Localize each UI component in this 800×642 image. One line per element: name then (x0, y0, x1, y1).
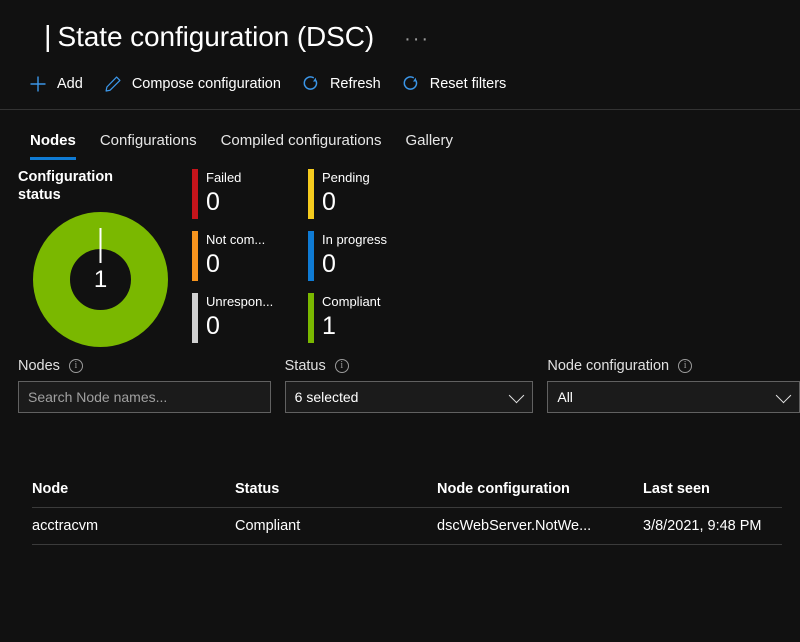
configuration-status-donut-chart[interactable]: 1 (33, 212, 168, 347)
legend-value: 1 (322, 312, 336, 340)
title-pipe: | (44, 20, 52, 53)
column-header-status[interactable]: Status (235, 481, 437, 497)
legend-item-compliant[interactable]: Compliant 1 (308, 293, 416, 355)
chevron-down-icon (509, 387, 525, 404)
donut-column: Configuration status 1 (18, 168, 178, 347)
legend-label: Not com... (206, 232, 266, 247)
filter-nodes-label: Nodes (18, 358, 60, 374)
refresh-button[interactable]: Refresh (291, 68, 391, 100)
info-icon[interactable]: i (68, 359, 83, 373)
filter-nodes: Nodes i (18, 358, 271, 413)
legend-color-swatch (308, 169, 314, 219)
legend-value: 0 (206, 188, 220, 216)
configuration-status-panel: Configuration status 1 Failed 0 Pending … (0, 160, 800, 347)
search-node-names-input[interactable] (18, 381, 271, 413)
filter-node-configuration: Node configuration i All (547, 358, 800, 413)
info-icon[interactable]: i (334, 359, 349, 373)
tab-gallery[interactable]: Gallery (394, 132, 466, 160)
table-row-divider (32, 544, 782, 545)
filter-status: Status i 6 selected (284, 358, 534, 413)
command-toolbar: Add Compose configuration Refresh Reset … (0, 62, 800, 106)
reset-icon (401, 74, 421, 94)
compose-configuration-button[interactable]: Compose configuration (93, 68, 291, 100)
refresh-icon (301, 74, 321, 94)
legend-label: Failed (206, 170, 242, 185)
legend-item-pending[interactable]: Pending 0 (308, 169, 416, 231)
legend-label: Pending (322, 170, 370, 185)
filter-status-label: Status (284, 358, 326, 374)
legend-item-failed[interactable]: Failed 0 (192, 169, 300, 231)
column-header-node[interactable]: Node (32, 481, 235, 497)
legend-value: 0 (322, 188, 336, 216)
reset-filters-label: Reset filters (429, 76, 507, 92)
tab-configurations[interactable]: Configurations (88, 132, 209, 160)
legend-color-swatch (308, 231, 314, 281)
legend-value: 0 (206, 250, 220, 278)
legend-color-swatch (192, 231, 198, 281)
plus-icon (28, 74, 48, 94)
nodes-table: Node Status Node configuration Last seen… (0, 471, 800, 545)
refresh-button-label: Refresh (329, 76, 381, 92)
tab-nodes[interactable]: Nodes (18, 132, 88, 160)
legend-item-unresponsive[interactable]: Unrespon... 0 (192, 293, 300, 355)
legend-color-swatch (192, 293, 198, 343)
legend-item-in-progress[interactable]: In progress 0 (308, 231, 416, 293)
cell-node-configuration: dscWebServer.NotWe... (437, 518, 592, 534)
page-title: State configuration (DSC) (57, 21, 375, 52)
table-row[interactable]: acctracvm Compliant dscWebServer.NotWe..… (0, 508, 800, 544)
add-button[interactable]: Add (18, 68, 93, 100)
tab-bar: Nodes Configurations Compiled configurat… (0, 110, 800, 160)
status-dropdown[interactable]: 6 selected (284, 381, 534, 413)
filter-bar: Nodes i Status i 6 selected Node configu… (0, 358, 800, 413)
status-dropdown-value: 6 selected (294, 389, 359, 405)
cell-last-seen: 3/8/2021, 9:48 PM (643, 518, 762, 534)
legend-value: 0 (322, 250, 336, 278)
compose-configuration-label: Compose configuration (131, 76, 281, 92)
legend-label: In progress (322, 232, 388, 247)
legend-color-swatch (308, 293, 314, 343)
legend-color-swatch (192, 169, 198, 219)
legend-label: Unrespon... (206, 294, 274, 309)
legend-label: Compliant (322, 294, 381, 309)
cell-status: Compliant (235, 518, 301, 534)
column-header-last-seen[interactable]: Last seen (643, 481, 800, 497)
node-configuration-dropdown-value: All (557, 389, 573, 405)
tab-compiled-configurations[interactable]: Compiled configurations (209, 132, 394, 160)
info-icon[interactable]: i (678, 359, 693, 373)
column-header-node-configuration[interactable]: Node configuration (437, 481, 643, 497)
legend-item-not-compliant[interactable]: Not com... 0 (192, 231, 300, 293)
filter-node-configuration-label: Node configuration (547, 358, 670, 374)
reset-filters-button[interactable]: Reset filters (391, 68, 517, 100)
pencil-icon (103, 74, 123, 94)
legend-value: 0 (206, 312, 220, 340)
cell-node: acctracvm (32, 518, 99, 534)
more-menu-icon[interactable]: ··· (398, 25, 436, 53)
configuration-status-legend: Failed 0 Pending 0 Not com... 0 In progr… (192, 169, 416, 346)
add-button-label: Add (57, 76, 83, 92)
configuration-status-heading: Configuration status (18, 169, 114, 203)
title-bar: | State configuration (DSC) ··· (0, 0, 800, 62)
chevron-down-icon (775, 387, 792, 404)
table-header-row: Node Status Node configuration Last seen (0, 471, 800, 507)
node-configuration-dropdown[interactable]: All (547, 381, 800, 413)
